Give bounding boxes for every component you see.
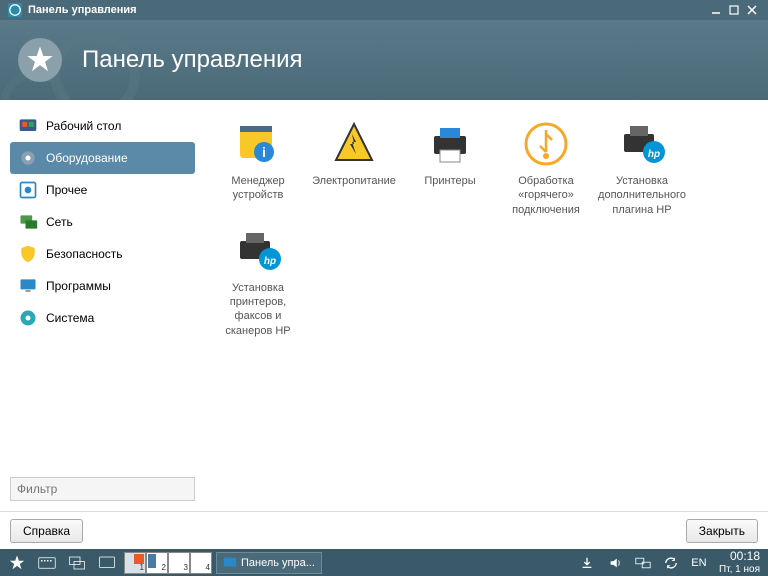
device-manager-icon: i (234, 120, 282, 168)
sidebar-item-label: Рабочий стол (46, 119, 121, 133)
clock-time: 00:18 (719, 550, 760, 563)
control-panel-window: Панель управления Панель управления Рабо… (0, 0, 768, 549)
hardware-icon (18, 148, 38, 168)
taskbar-clock[interactable]: 00:18 Пт, 1 ноя (715, 550, 764, 574)
minimize-button[interactable] (708, 2, 724, 18)
desktop-icon (18, 116, 38, 136)
item-printers[interactable]: Принтеры (402, 115, 498, 222)
item-label: Электропитание (308, 174, 400, 188)
star-icon (18, 38, 62, 82)
sidebar-item-network[interactable]: Сеть (10, 206, 195, 238)
item-label: Установка принтеров, факсов и сканеров H… (212, 281, 304, 338)
tray-volume-icon[interactable] (603, 552, 627, 574)
start-button[interactable] (4, 552, 30, 574)
clock-date: Пт, 1 ноя (719, 564, 760, 575)
sidebar-item-other[interactable]: Прочее (10, 174, 195, 206)
tray-lang[interactable]: EN (687, 552, 711, 574)
usb-icon (522, 120, 570, 168)
sidebar-item-hardware[interactable]: Оборудование (10, 142, 195, 174)
item-device-manager[interactable]: i Менеджер устройств (210, 115, 306, 222)
taskbar: 1 2 3 4 Панель упра... EN 00:18 Пт, 1 но… (0, 549, 768, 576)
sidebar-item-programs[interactable]: Программы (10, 270, 195, 302)
network-icon (18, 212, 38, 232)
svg-text:hp: hp (264, 256, 276, 267)
header-banner: Панель управления (0, 20, 768, 100)
sidebar: Рабочий стол Оборудование Прочее Сеть Бе… (10, 110, 195, 501)
gear-icon (18, 308, 38, 328)
tray-network-icon[interactable] (631, 552, 655, 574)
item-label: Установка дополнительного плагина HP (596, 174, 688, 217)
sidebar-item-label: Сеть (46, 215, 73, 229)
shield-icon (18, 244, 38, 264)
item-label: Обработка «горячего» подключения (500, 174, 592, 217)
windows-icon[interactable] (64, 552, 90, 574)
sidebar-item-label: Система (46, 311, 94, 325)
close-button[interactable] (744, 2, 760, 18)
item-hotplug[interactable]: Обработка «горячего» подключения (498, 115, 594, 222)
monitor-icon (18, 276, 38, 296)
window-title: Панель управления (28, 4, 137, 16)
item-label: Принтеры (404, 174, 496, 188)
item-hp-plugin[interactable]: hp Установка дополнительного плагина HP (594, 115, 690, 222)
workspace-pager[interactable]: 1 2 3 4 (124, 552, 212, 574)
sidebar-item-label: Оборудование (46, 151, 128, 165)
hp-install-icon: hp (234, 227, 282, 275)
hp-printer-icon: hp (618, 120, 666, 168)
page-title: Панель управления (82, 46, 302, 74)
help-button[interactable]: Справка (10, 519, 83, 543)
footer: Справка Закрыть (0, 511, 768, 549)
svg-text:hp: hp (648, 149, 660, 160)
main-panel: i Менеджер устройств Электропитание Прин… (205, 110, 758, 501)
sidebar-item-security[interactable]: Безопасность (10, 238, 195, 270)
close-panel-button[interactable]: Закрыть (686, 519, 758, 543)
taskbar-app-label: Панель упра... (241, 557, 315, 569)
sidebar-item-label: Прочее (46, 183, 87, 197)
titlebar: Панель управления (0, 0, 768, 20)
sidebar-item-label: Программы (46, 279, 111, 293)
other-icon (18, 180, 38, 200)
sidebar-item-desktop[interactable]: Рабочий стол (10, 110, 195, 142)
tray-download-icon[interactable] (575, 552, 599, 574)
desktop-show-icon[interactable] (94, 552, 120, 574)
printer-icon (426, 120, 474, 168)
app-icon (8, 3, 22, 17)
maximize-button[interactable] (726, 2, 742, 18)
sidebar-item-label: Безопасность (46, 247, 123, 261)
keyboard-icon[interactable] (34, 552, 60, 574)
svg-text:i: i (262, 144, 266, 160)
tray-sync-icon[interactable] (659, 552, 683, 574)
power-icon (330, 120, 378, 168)
filter-input[interactable] (10, 477, 195, 501)
sidebar-item-system[interactable]: Система (10, 302, 195, 334)
taskbar-app-button[interactable]: Панель упра... (216, 552, 322, 574)
item-hp-install[interactable]: hp Установка принтеров, факсов и сканеро… (210, 222, 306, 343)
item-label: Менеджер устройств (212, 174, 304, 203)
item-power[interactable]: Электропитание (306, 115, 402, 222)
